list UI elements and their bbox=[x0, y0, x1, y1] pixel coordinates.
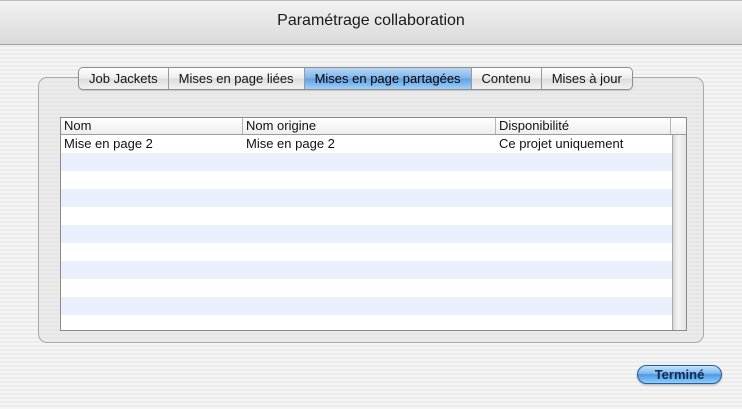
empty-row bbox=[61, 261, 672, 279]
empty-row bbox=[61, 297, 672, 315]
table-header: Nom Nom origine Disponibilité bbox=[61, 118, 686, 135]
cell-origin-name: Mise en page 2 bbox=[246, 136, 335, 151]
table-body: Mise en page 2 Mise en page 2 Ce projet … bbox=[61, 135, 672, 330]
tab-content[interactable]: Contenu bbox=[470, 68, 541, 89]
window-title: Paramétrage collaboration bbox=[277, 12, 465, 29]
empty-row bbox=[61, 243, 672, 261]
dialog-window: Paramétrage collaboration Job Jackets Mi… bbox=[0, 0, 742, 409]
cell-name: Mise en page 2 bbox=[64, 136, 153, 151]
empty-row bbox=[61, 189, 672, 207]
empty-row bbox=[61, 279, 672, 297]
done-button[interactable]: Terminé bbox=[637, 365, 722, 384]
column-header-origin-name[interactable]: Nom origine bbox=[243, 118, 496, 134]
vertical-scrollbar[interactable] bbox=[672, 135, 686, 330]
empty-row bbox=[61, 153, 672, 171]
column-header-name[interactable]: Nom bbox=[61, 118, 243, 134]
cell-availability: Ce projet uniquement bbox=[499, 136, 624, 151]
tab-updates[interactable]: Mises à jour bbox=[540, 68, 632, 89]
empty-row bbox=[61, 207, 672, 225]
tab-bar: Job Jackets Mises en page liées Mises en… bbox=[78, 67, 633, 90]
empty-row bbox=[61, 225, 672, 243]
column-header-availability[interactable]: Disponibilité bbox=[496, 118, 671, 134]
tab-linked-layouts[interactable]: Mises en page liées bbox=[167, 68, 304, 89]
empty-row bbox=[61, 315, 672, 330]
tab-job-jackets[interactable]: Job Jackets bbox=[79, 68, 168, 89]
title-bar[interactable]: Paramétrage collaboration bbox=[0, 1, 742, 45]
table-row[interactable]: Mise en page 2 Mise en page 2 Ce projet … bbox=[61, 135, 672, 153]
column-header-spacer bbox=[671, 118, 686, 134]
empty-row bbox=[61, 171, 672, 189]
tab-shared-layouts[interactable]: Mises en page partagées bbox=[303, 68, 471, 89]
shared-layouts-table: Nom Nom origine Disponibilité Mise en pa… bbox=[60, 117, 687, 331]
